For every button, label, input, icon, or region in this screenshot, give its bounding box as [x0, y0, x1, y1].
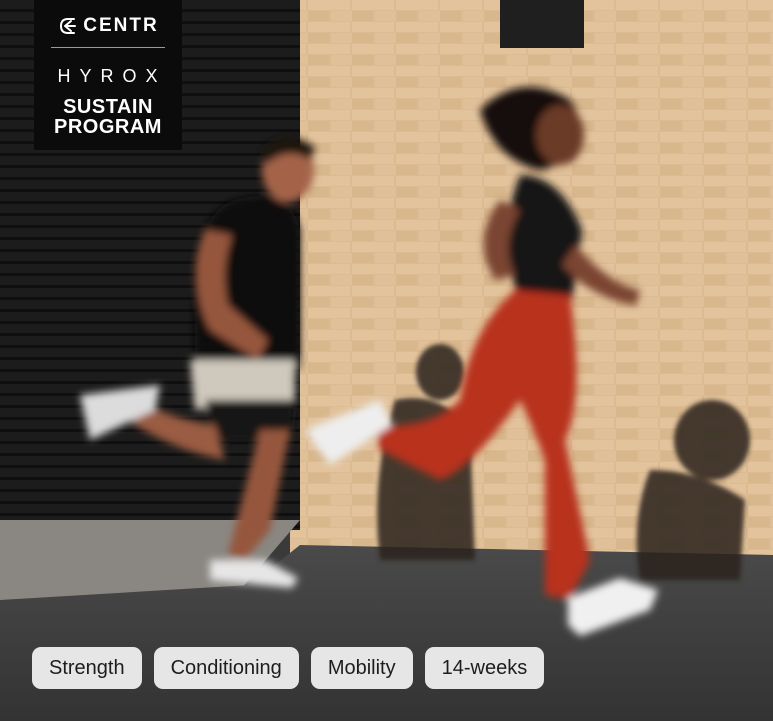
tag-duration[interactable]: 14-weeks: [424, 647, 545, 689]
program-title-line1: SUSTAIN: [63, 96, 153, 118]
tag-mobility[interactable]: Mobility: [310, 647, 413, 689]
program-title: SUSTAIN PROGRAM: [34, 97, 182, 137]
centr-logo-icon: [60, 18, 77, 34]
tag-strength[interactable]: Strength: [32, 647, 142, 689]
program-badge: CENTR HYROX SUSTAIN PROGRAM: [34, 0, 182, 150]
program-tags: Strength Conditioning Mobility 14-weeks: [32, 647, 545, 689]
program-title-line2: PROGRAM: [54, 116, 162, 138]
program-card[interactable]: CENTR HYROX SUSTAIN PROGRAM Strength Con…: [0, 0, 773, 721]
badge-divider: [51, 47, 165, 48]
brand-logo: CENTR: [34, 12, 182, 40]
program-label: HYROX: [57, 66, 167, 86]
tag-conditioning[interactable]: Conditioning: [153, 647, 299, 689]
brand-name: CENTR: [83, 15, 159, 36]
